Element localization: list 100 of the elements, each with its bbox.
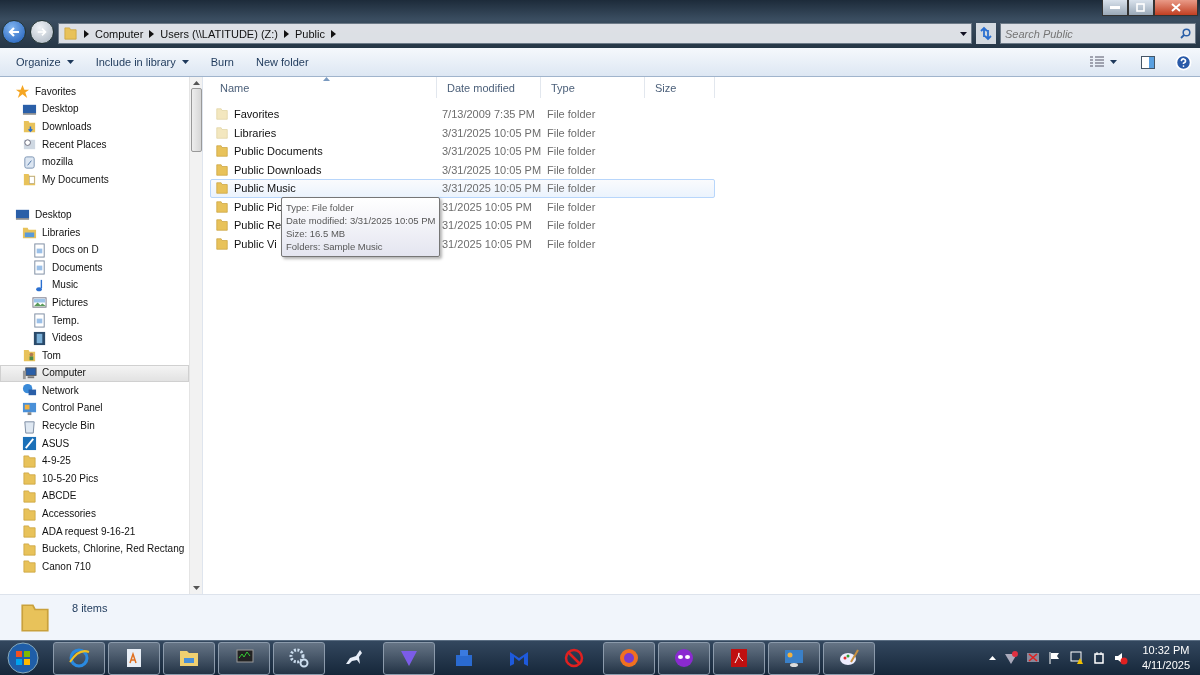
taskbar-button[interactable]: [823, 641, 875, 675]
caret-icon[interactable]: [960, 31, 967, 36]
date-modified: 31/2025 10:05 PM: [441, 236, 533, 251]
arrow-left-icon: [7, 25, 21, 39]
computer-icon: [22, 365, 37, 381]
scroll-thumb[interactable]: [190, 88, 202, 152]
taskbar-button[interactable]: [108, 641, 160, 675]
monitor-icon: [15, 207, 30, 223]
nav-item[interactable]: Buckets, Chlorine, Red Rectang: [0, 540, 189, 559]
column-header[interactable]: Name: [210, 77, 437, 98]
minimize-button[interactable]: [1102, 0, 1128, 16]
folder-icon: [22, 453, 37, 469]
address-bar[interactable]: Computer Users (\\LATITUDE) (Z:) Public: [58, 23, 972, 44]
preview-pane-icon[interactable]: [1141, 55, 1155, 69]
date-modified: 31/2025 10:05 PM: [441, 199, 533, 214]
nav-item[interactable]: Pictures: [0, 294, 189, 312]
nav-item[interactable]: 4-9-25: [0, 452, 189, 471]
nav-item[interactable]: Desktop: [0, 100, 189, 119]
forward-button[interactable]: [30, 20, 54, 44]
caret-up-icon[interactable]: [988, 656, 996, 660]
chevron-icon[interactable]: [84, 29, 89, 38]
taskbar-button[interactable]: [163, 641, 215, 675]
file-name[interactable]: Public Re: [234, 218, 282, 233]
close-button[interactable]: [1154, 0, 1198, 16]
toolbar-button[interactable]: Organize: [8, 52, 82, 72]
taskbar-button[interactable]: [768, 641, 820, 675]
nav-item[interactable]: Network: [0, 382, 189, 400]
flag-icon[interactable]: [1047, 651, 1062, 665]
column-header[interactable]: Type: [541, 77, 645, 98]
file-name[interactable]: Libraries: [234, 125, 277, 140]
muted-speaker-icon[interactable]: [1113, 651, 1128, 665]
nav-item[interactable]: My Documents: [0, 170, 189, 189]
nav-item[interactable]: Accessories: [0, 505, 189, 523]
search-field[interactable]: Search Public: [1000, 23, 1196, 44]
file-type: File folder: [546, 162, 597, 177]
nav-item[interactable]: ADA request 9-16-21: [0, 522, 189, 541]
column-header[interactable]: Date modified: [437, 77, 541, 98]
scroll-up-icon[interactable]: [192, 81, 200, 85]
nav-item[interactable]: Docs on D: [0, 241, 189, 259]
row-highlight[interactable]: Public Music 3/31/2025 10:05 PM File folder: [210, 179, 715, 198]
date-modified: 3/31/2025 10:05 PM: [441, 162, 543, 177]
nav-item[interactable]: ASUS: [0, 434, 189, 453]
folder-icon: [22, 119, 37, 135]
library-icon: [22, 225, 37, 241]
taskbar-button[interactable]: [273, 641, 325, 675]
chevron-icon[interactable]: [149, 29, 155, 38]
refresh-icon[interactable]: [976, 23, 996, 44]
file-name[interactable]: Favorites: [234, 107, 280, 122]
help-icon[interactable]: [1175, 53, 1192, 71]
toolbar-button[interactable]: New folder: [248, 52, 317, 72]
picture-icon: [32, 295, 47, 311]
nav-item[interactable]: Libraries: [0, 223, 189, 242]
scrollbar[interactable]: [189, 77, 202, 594]
folder-icon: [22, 541, 37, 557]
nav-item[interactable]: Videos: [0, 329, 189, 347]
network-icon[interactable]: [1025, 651, 1040, 665]
back-button[interactable]: [2, 20, 26, 44]
start-orb-icon: [7, 642, 39, 674]
fox-icon: [617, 646, 641, 670]
nav-item[interactable]: Desktop: [0, 206, 189, 224]
nav-item[interactable]: Recycle Bin: [0, 417, 189, 435]
column-header[interactable]: Size: [645, 77, 715, 98]
file-name[interactable]: Public Music: [234, 181, 296, 196]
restore-button[interactable]: [1128, 0, 1154, 16]
date-modified: 3/31/2025 10:05 PM: [441, 181, 543, 196]
start-button[interactable]: [4, 641, 42, 675]
nav-item[interactable]: Music: [0, 276, 189, 295]
nav-item[interactable]: Favorites: [0, 83, 189, 101]
nav-item[interactable]: Documents: [0, 258, 189, 277]
taskbar-button[interactable]: [53, 641, 105, 675]
nav-item[interactable]: Recent Places: [0, 135, 189, 154]
scroll-down-icon[interactable]: [192, 586, 200, 590]
caret-icon[interactable]: [1110, 60, 1117, 64]
nav-item[interactable]: Computer: [0, 364, 189, 383]
chevron-icon[interactable]: [331, 29, 336, 38]
clock[interactable]: 10:32 PM 4/11/2025: [1141, 643, 1190, 673]
nav-item[interactable]: Temp.: [0, 311, 189, 330]
breadcrumb[interactable]: Users (\\LATITUDE) (Z:): [160, 27, 279, 40]
taskbar-button[interactable]: [218, 641, 270, 675]
breadcrumb[interactable]: Public: [295, 27, 325, 40]
file-name[interactable]: Public Documents: [234, 144, 323, 159]
nav-item[interactable]: Canon 710: [0, 558, 189, 576]
file-name[interactable]: Public Vi: [234, 236, 277, 251]
nav-item[interactable]: Tom: [0, 346, 189, 365]
file-type: File folder: [546, 144, 597, 159]
nav-item[interactable]: ABCDE: [0, 487, 189, 506]
toolbar-button[interactable]: Include in library: [87, 52, 197, 72]
nav-item[interactable]: 10-5-20 Pics: [0, 470, 189, 488]
folder-icon: [63, 26, 78, 41]
breadcrumb[interactable]: Computer: [95, 27, 144, 40]
tooltip-line: Date modified: 3/31/2025 10:05 PM: [286, 214, 436, 227]
nav-item[interactable]: mozilla: [0, 153, 189, 171]
folder-icon: [22, 488, 37, 504]
document-icon: [32, 313, 47, 328]
chevron-icon[interactable]: [284, 29, 290, 38]
file-name[interactable]: Public Downloads: [234, 162, 322, 177]
nav-item[interactable]: Control Panel: [0, 399, 189, 418]
monitor-warning-icon[interactable]: [1069, 651, 1084, 665]
toolbar-button[interactable]: Burn: [202, 52, 242, 72]
nav-item[interactable]: Downloads: [0, 118, 189, 136]
